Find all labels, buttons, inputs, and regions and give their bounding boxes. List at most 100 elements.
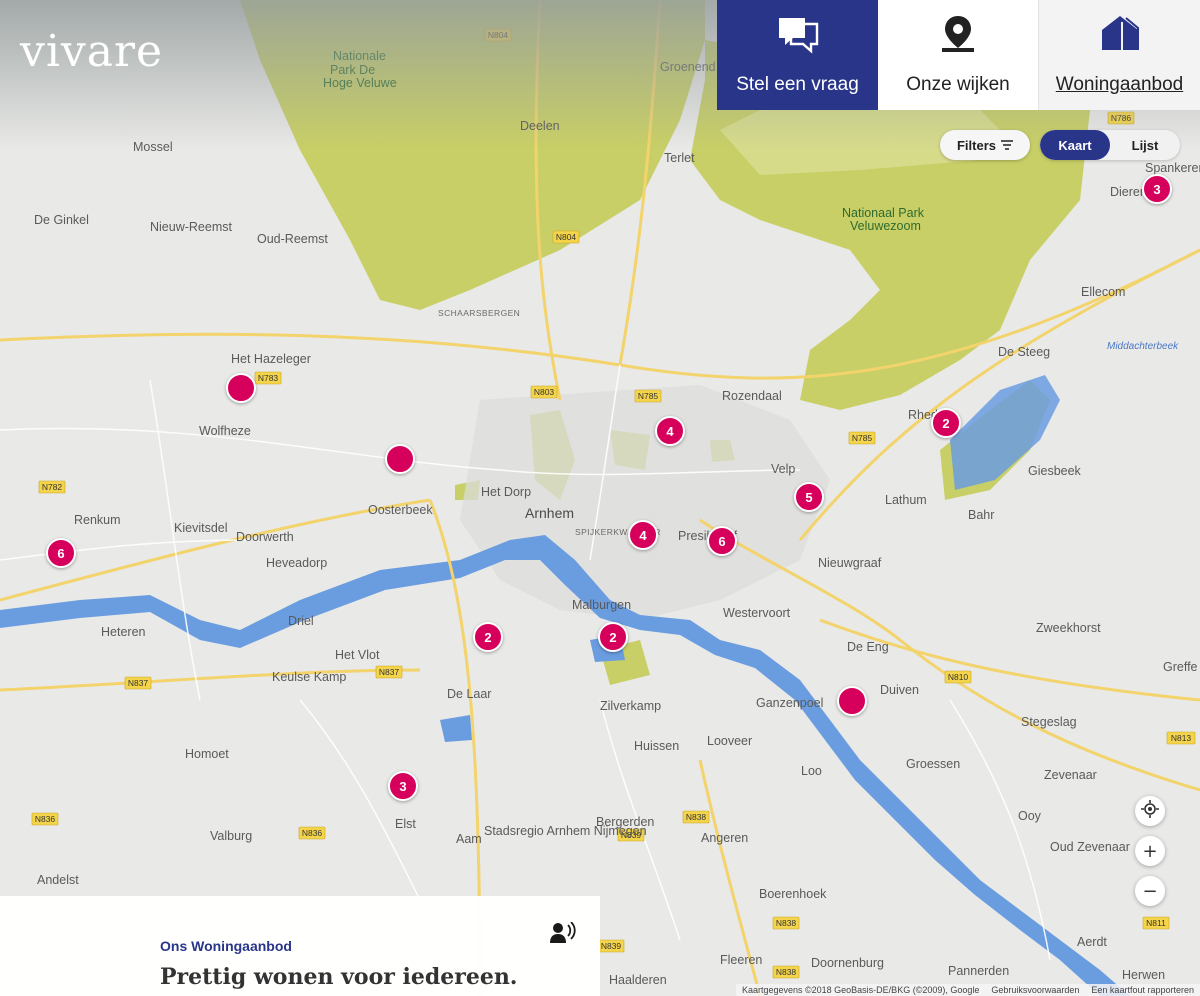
vivare-logo[interactable]: vivare	[20, 26, 163, 77]
svg-text:Lathum: Lathum	[885, 493, 927, 507]
map-marker[interactable]: 6	[707, 526, 737, 556]
report-map-error-link[interactable]: Een kaartfout rapporteren	[1091, 985, 1194, 995]
zoom-out-button[interactable]: −	[1135, 876, 1165, 906]
zoom-in-button[interactable]: +	[1135, 836, 1165, 866]
svg-text:Herwen: Herwen	[1122, 968, 1165, 982]
svg-text:N838: N838	[776, 918, 797, 928]
svg-text:Deelen: Deelen	[520, 119, 560, 133]
svg-text:Doornenburg: Doornenburg	[811, 956, 884, 970]
map-marker[interactable]: 2	[931, 408, 961, 438]
svg-text:N785: N785	[852, 433, 873, 443]
svg-text:Ooy: Ooy	[1018, 809, 1042, 823]
filters-button[interactable]: Filters	[940, 130, 1030, 160]
svg-text:Pannerden: Pannerden	[948, 964, 1009, 978]
svg-text:Greffe: Greffe	[1163, 660, 1198, 674]
main-nav: Stel een vraag Onze wijken Woningaanbod	[717, 0, 1200, 110]
svg-text:Heveadorp: Heveadorp	[266, 556, 327, 570]
svg-text:Homoet: Homoet	[185, 747, 229, 761]
svg-text:Arnhem: Arnhem	[525, 505, 574, 521]
map-marker[interactable]: 2	[598, 622, 628, 652]
svg-text:Nieuw-Reemst: Nieuw-Reemst	[150, 220, 232, 234]
svg-text:Keulse Kamp: Keulse Kamp	[272, 670, 346, 684]
nav-label: Stel een vraag	[736, 74, 859, 95]
svg-text:De Ginkel: De Ginkel	[34, 213, 89, 227]
svg-text:Oosterbeek: Oosterbeek	[368, 503, 433, 517]
svg-text:N782: N782	[42, 482, 63, 492]
svg-text:Fleeren: Fleeren	[720, 953, 762, 967]
nav-label: Onze wijken	[906, 74, 1010, 95]
map-marker[interactable]	[837, 686, 867, 716]
minus-icon: −	[1142, 880, 1158, 902]
map-marker[interactable]: 2	[473, 622, 503, 652]
view-map-button[interactable]: Kaart	[1040, 130, 1110, 160]
nav-woningaanbod[interactable]: Woningaanbod	[1039, 0, 1200, 110]
svg-text:N813: N813	[1171, 733, 1192, 743]
locate-me-button[interactable]	[1135, 796, 1165, 826]
plus-icon: +	[1142, 840, 1158, 862]
map-marker[interactable]: 3	[1142, 174, 1172, 204]
svg-text:Spankeren: Spankeren	[1145, 161, 1200, 175]
svg-text:De Eng: De Eng	[847, 640, 889, 654]
map-marker[interactable]: 3	[388, 771, 418, 801]
view-toggle: Kaart Lijst	[1040, 130, 1180, 160]
map-marker[interactable]	[385, 444, 415, 474]
svg-text:De Laar: De Laar	[447, 687, 491, 701]
svg-text:N783: N783	[258, 373, 279, 383]
svg-text:N836: N836	[302, 828, 323, 838]
svg-text:N804: N804	[488, 30, 509, 40]
svg-text:N838: N838	[686, 812, 707, 822]
map-attribution: Kaartgegevens ©2018 GeoBasis-DE/BKG (©20…	[735, 984, 1200, 996]
map-marker[interactable]: 4	[628, 520, 658, 550]
svg-text:Duiven: Duiven	[880, 683, 919, 697]
svg-text:Loo: Loo	[801, 764, 822, 778]
svg-text:Terlet: Terlet	[664, 151, 695, 165]
svg-text:N837: N837	[379, 667, 400, 677]
svg-text:Huissen: Huissen	[634, 739, 679, 753]
svg-text:Looveer: Looveer	[707, 734, 752, 748]
svg-text:Het Hazeleger: Het Hazeleger	[231, 352, 311, 366]
svg-text:N838: N838	[776, 967, 797, 977]
filter-lines-icon	[1001, 138, 1013, 153]
svg-text:Nationaal Park: Nationaal Park	[842, 206, 925, 220]
svg-text:Westervoort: Westervoort	[723, 606, 791, 620]
nav-stel-een-vraag[interactable]: Stel een vraag	[717, 0, 878, 110]
svg-text:Wolfheze: Wolfheze	[199, 424, 251, 438]
read-aloud-icon[interactable]	[550, 921, 576, 944]
map-marker[interactable]: 5	[794, 482, 824, 512]
svg-text:Aam: Aam	[456, 832, 482, 846]
svg-text:N837: N837	[128, 678, 149, 688]
svg-text:Kievitsdel: Kievitsdel	[174, 521, 228, 535]
svg-text:Giesbeek: Giesbeek	[1028, 464, 1082, 478]
crosshair-icon	[1141, 799, 1159, 823]
svg-text:Malburgen: Malburgen	[572, 598, 631, 612]
svg-text:N785: N785	[638, 391, 659, 401]
view-list-button[interactable]: Lijst	[1110, 130, 1180, 160]
map-pin-icon	[938, 14, 978, 60]
house-icon	[1100, 14, 1140, 60]
svg-text:Hoge Veluwe: Hoge Veluwe	[323, 76, 397, 90]
svg-text:De Steeg: De Steeg	[998, 345, 1050, 359]
map-marker[interactable]	[226, 373, 256, 403]
svg-text:Zilverkamp: Zilverkamp	[600, 699, 661, 713]
terms-link[interactable]: Gebruiksvoorwaarden	[991, 985, 1079, 995]
svg-text:N810: N810	[948, 672, 969, 682]
svg-text:Veluwezoom: Veluwezoom	[850, 219, 921, 233]
svg-text:Nationale: Nationale	[333, 49, 386, 63]
svg-text:Valburg: Valburg	[210, 829, 252, 843]
svg-text:Andelst: Andelst	[37, 873, 79, 887]
svg-text:Ellecom: Ellecom	[1081, 285, 1125, 299]
svg-text:Zweekhorst: Zweekhorst	[1036, 621, 1101, 635]
svg-text:Aerdt: Aerdt	[1077, 935, 1107, 949]
svg-text:Mossel: Mossel	[133, 140, 173, 154]
svg-text:N839: N839	[601, 941, 622, 951]
svg-text:N811: N811	[1146, 918, 1166, 928]
svg-text:Groessen: Groessen	[906, 757, 960, 771]
svg-text:Boerenhoek: Boerenhoek	[759, 887, 827, 901]
svg-text:Park De: Park De	[330, 63, 375, 77]
nav-onze-wijken[interactable]: Onze wijken	[878, 0, 1039, 110]
nav-label: Woningaanbod	[1055, 74, 1184, 95]
map-marker[interactable]: 4	[655, 416, 685, 446]
intro-panel: Ons Woningaanbod Prettig wonen voor iede…	[0, 896, 600, 996]
map-marker[interactable]: 6	[46, 538, 76, 568]
svg-text:N804: N804	[556, 232, 577, 242]
